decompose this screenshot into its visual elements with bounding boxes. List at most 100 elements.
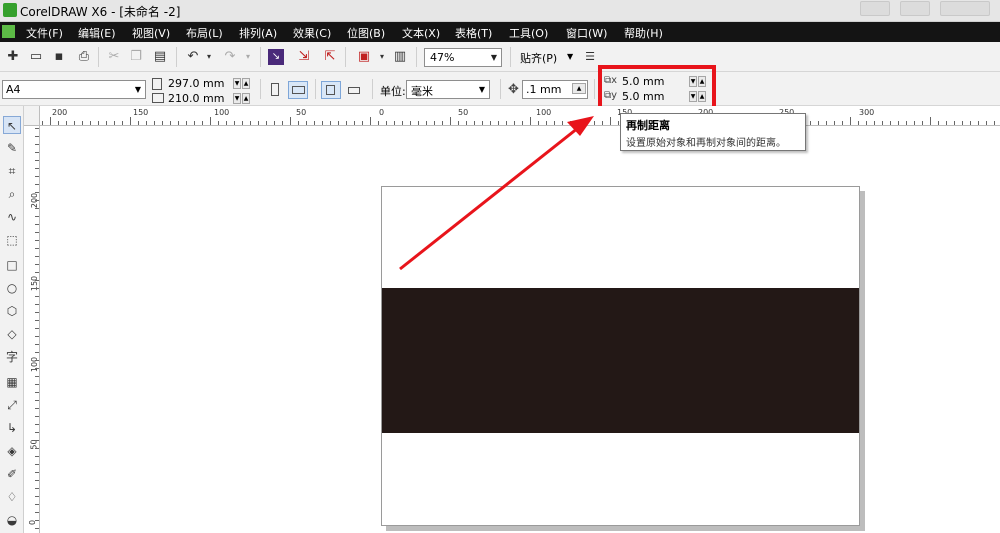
menu-arrange[interactable]: 排列(A) [239,25,277,41]
duplicate-distance-tooltip: 再制距离 设置原始对象和再制对象间的距离。 [620,113,806,151]
launcher-dropdown-icon[interactable]: ▾ [374,49,390,65]
undo-dropdown-icon[interactable]: ▾ [201,49,217,65]
application-launcher-icon[interactable]: ▣ [356,49,372,65]
spinner-up-icon[interactable]: ▲ [698,91,706,102]
current-page-icon[interactable] [345,81,365,99]
page-height-field[interactable]: 210.0 mm [168,92,224,105]
ruler-label: 50 [296,108,307,117]
print-icon[interactable]: ⎙ [76,49,92,65]
cut-icon[interactable]: ✂ [106,49,122,65]
redo-icon[interactable]: ↷ [222,49,238,65]
maximize-button[interactable] [900,1,930,16]
spinner-up-icon[interactable]: ▲ [572,83,586,94]
document-page[interactable] [381,186,860,526]
ellipse-tool-icon[interactable]: ○ [3,279,21,297]
eyedropper-tool-icon[interactable]: ✐ [3,465,21,483]
coreldraw-app-icon[interactable] [3,3,17,17]
smart-fill-tool-icon[interactable]: ⬚ [3,231,21,249]
portrait-icon[interactable] [268,81,282,99]
outline-pen-tool-icon[interactable]: ♢ [3,488,21,506]
save-icon[interactable]: ▪ [51,49,67,65]
minimize-button[interactable] [860,1,890,16]
page-width-field[interactable]: 297.0 mm [168,77,224,90]
zoom-level-select[interactable]: 47% ▼ [424,48,502,67]
ruler-tick [290,117,291,125]
menu-tools[interactable]: 工具(O) [509,25,548,41]
options-icon[interactable]: ☰ [582,49,598,65]
spinner-up-icon[interactable]: ▲ [698,76,706,87]
menu-window[interactable]: 窗口(W) [566,25,607,41]
duplicate-distance-y-field[interactable]: 5.0 mm [622,90,664,103]
landscape-button[interactable] [288,81,308,99]
redo-dropdown-icon[interactable]: ▾ [240,49,256,65]
small-white-square-object[interactable] [387,193,403,209]
menu-text[interactable]: 文本(X) [402,25,440,41]
rectangle-tool-icon[interactable]: □ [3,256,21,274]
welcome-screen-icon[interactable]: ▥ [392,49,408,65]
polygon-tool-icon[interactable]: ⬡ [3,302,21,320]
menu-effects[interactable]: 效果(C) [293,25,331,41]
page-size-value: A4 [6,83,21,96]
menu-table[interactable]: 表格(T) [455,25,492,41]
snap-to-menu[interactable]: 贴齐(P) [520,50,557,66]
export-icon[interactable]: ⇱ [322,49,338,65]
page-width-spinner[interactable]: ▼ ▲ [233,77,251,91]
table-tool-icon[interactable]: ▦ [3,373,21,391]
ruler-origin[interactable] [24,106,40,126]
document-icon[interactable] [2,25,15,38]
connector-tool-icon[interactable]: ↳ [3,419,21,437]
drawing-canvas[interactable] [40,126,1000,533]
fill-tool-icon[interactable]: ◒ [3,511,21,529]
vertical-ruler[interactable]: 200 150 100 50 0 [24,126,40,533]
horizontal-ruler[interactable]: 200 150 100 50 0 50 100 150 200 250 300 [40,106,1000,126]
menu-bitmaps[interactable]: 位图(B) [347,25,385,41]
spinner-down-icon[interactable]: ▼ [233,93,241,104]
menu-view[interactable]: 视图(V) [132,25,170,41]
basic-shapes-tool-icon[interactable]: ◇ [3,325,21,343]
spinner-up-icon[interactable]: ▲ [242,78,250,89]
ruler-tick [450,117,451,125]
chevron-down-icon[interactable]: ▼ [567,52,573,61]
spinner-down-icon[interactable]: ▼ [233,78,241,89]
all-pages-button[interactable] [321,81,341,99]
dimension-tool-icon[interactable]: ⤢ [3,396,21,414]
freehand-tool-icon[interactable]: ∿ [3,208,21,226]
import-icon[interactable]: ⇲ [296,49,312,65]
paste-icon[interactable]: ▤ [152,49,168,65]
spinner-down-icon[interactable]: ▼ [689,91,697,102]
toolbar-separator [176,47,177,67]
page-width-icon [152,78,162,90]
unit-select[interactable]: 毫米 ▼ [406,80,490,99]
text-tool-icon[interactable]: 字 [3,348,21,366]
duplicate-y-icon: ⧉y [604,90,618,101]
toolbar-separator [372,79,373,99]
new-document-icon[interactable]: ✚ [5,49,21,65]
spinner-down-icon[interactable]: ▼ [689,76,697,87]
duplicate-x-spinner[interactable]: ▼ ▲ [689,75,707,89]
close-button[interactable] [940,1,990,16]
title-bar: CorelDRAW X6 - [未命名 -2] [0,0,1000,22]
page-height-spinner[interactable]: ▼ ▲ [233,92,251,106]
search-content-icon[interactable]: ↘ [268,49,284,65]
duplicate-y-spinner[interactable]: ▼ ▲ [689,90,707,104]
black-rectangle-object[interactable] [382,288,859,433]
menu-layout[interactable]: 布局(L) [186,25,223,41]
pick-tool-icon[interactable]: ↖ [3,116,21,134]
page-size-select[interactable]: A4 ▼ [2,80,146,99]
spinner-up-icon[interactable]: ▲ [242,93,250,104]
open-folder-icon[interactable]: ▭ [28,49,44,65]
shape-tool-icon[interactable]: ✎ [3,139,21,157]
interactive-blend-tool-icon[interactable]: ◈ [3,442,21,460]
menu-help[interactable]: 帮助(H) [624,25,663,41]
menu-edit[interactable]: 编辑(E) [78,25,116,41]
toolbar-separator [98,47,99,67]
zoom-tool-icon[interactable]: ⌕ [3,185,21,203]
duplicate-distance-x-field[interactable]: 5.0 mm [622,75,664,88]
ruler-label: 300 [859,108,875,117]
crop-tool-icon[interactable]: ⌗ [3,162,21,180]
ruler-tick [850,117,851,125]
undo-icon[interactable]: ↶ [185,49,201,65]
menu-file[interactable]: 文件(F) [26,25,63,41]
nudge-spinner[interactable]: ▲ [572,82,590,96]
copy-icon[interactable]: ❐ [128,49,144,65]
